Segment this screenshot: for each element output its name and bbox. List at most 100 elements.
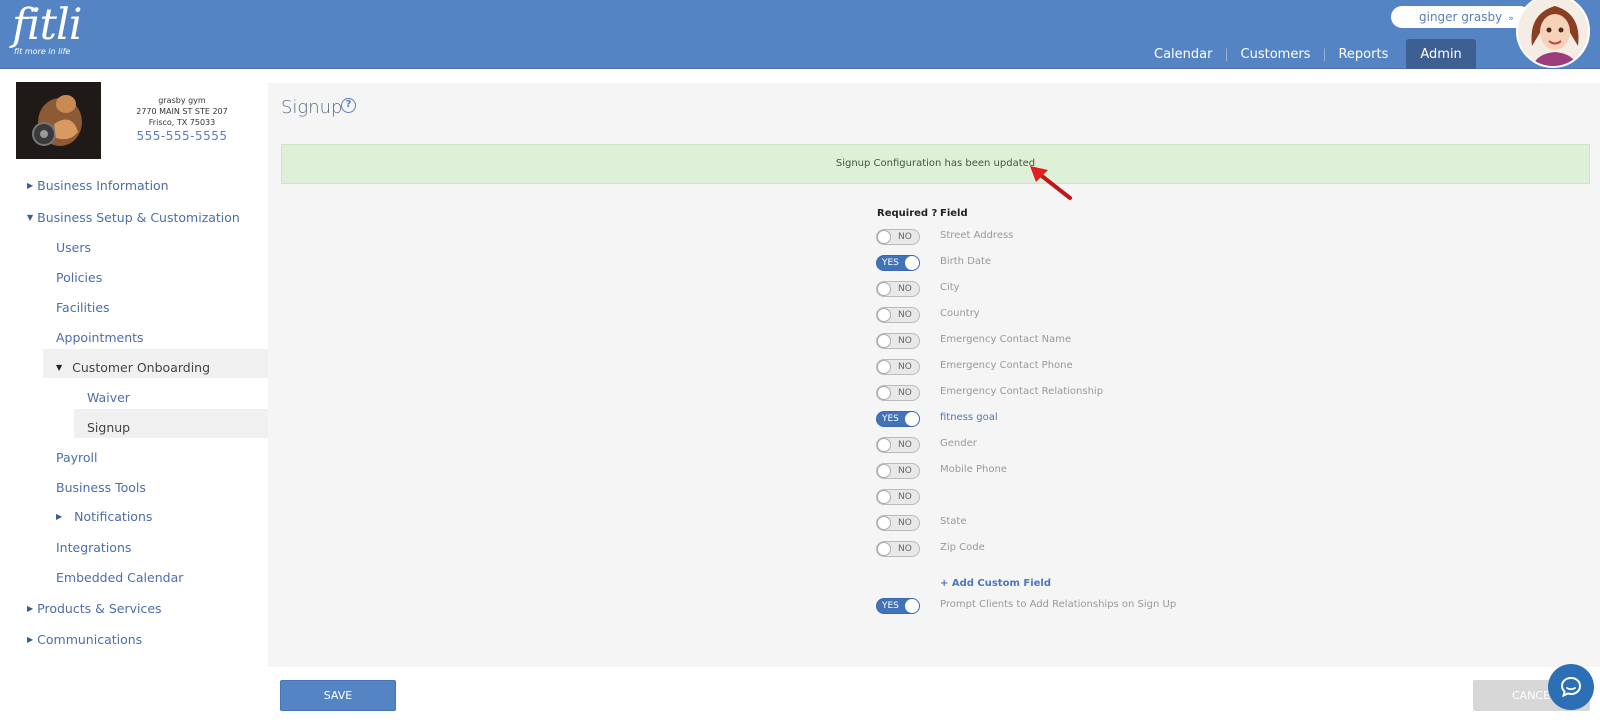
required-toggle[interactable]: NO <box>876 333 920 349</box>
nav-customers[interactable]: Customers <box>1229 39 1323 69</box>
business-name: grasby gym <box>158 96 206 105</box>
sidebar-item-customer-onboarding[interactable]: ▼ Customer Onboarding <box>56 360 210 377</box>
toggle-knob <box>877 464 891 478</box>
toggle-knob <box>877 438 891 452</box>
field-name: Mobile Phone <box>940 464 1007 475</box>
toggle-state: NO <box>898 310 912 320</box>
caret-down-icon: ▼ <box>27 212 34 222</box>
chat-bubble-icon[interactable] <box>1548 664 1594 710</box>
sidebar-item-appointments[interactable]: Appointments <box>56 330 144 346</box>
chevron-down-icon: » <box>1508 14 1514 24</box>
caret-right-icon: ▶ <box>27 603 34 613</box>
field-name: Birth Date <box>940 256 992 267</box>
sidebar-item-users[interactable]: Users <box>56 240 91 256</box>
toggle-knob <box>877 490 891 504</box>
toggle-knob <box>877 386 891 400</box>
nav-admin[interactable]: Admin <box>1406 39 1476 69</box>
fitli-logo[interactable]: fitli fit more in life <box>12 2 82 56</box>
business-address-line2: Frisco, TX 75033 <box>148 118 216 127</box>
field-name: Emergency Contact Name <box>940 334 1072 345</box>
toggle-knob <box>905 256 919 270</box>
avatar[interactable] <box>1516 0 1590 68</box>
field-name: Zip Code <box>940 542 985 553</box>
caret-right-icon: ▶ <box>27 180 34 190</box>
field-name: State <box>940 516 967 527</box>
field-name: Emergency Contact Phone <box>940 360 1073 371</box>
sidebar-item-business-tools[interactable]: Business Tools <box>56 480 146 496</box>
sidebar-item-communications[interactable]: ▶ Communications <box>27 632 142 649</box>
toggle-knob <box>877 542 891 556</box>
business-address-line1: 2770 MAIN ST STE 207 <box>136 107 228 116</box>
toggle-knob <box>877 308 891 322</box>
user-menu[interactable]: ginger grasby » <box>1391 6 1531 28</box>
sidebar-item-business-setup[interactable]: ▼ Business Setup & Customization <box>27 210 240 227</box>
custom-field-link[interactable]: fitness goal <box>940 412 998 423</box>
sidebar-item-label: Notifications <box>74 509 153 524</box>
business-logo <box>16 82 101 159</box>
save-button[interactable]: SAVE <box>280 680 396 711</box>
required-toggle[interactable]: YES <box>876 411 920 427</box>
required-toggle[interactable]: NO <box>876 541 920 557</box>
chat-bubble-glyph <box>1560 676 1582 698</box>
toggle-knob <box>877 230 891 244</box>
toggle-state: NO <box>898 362 912 372</box>
required-toggle[interactable]: NO <box>876 281 920 297</box>
caret-right-icon: ▶ <box>27 634 34 644</box>
sidebar-item-label: Products & Services <box>37 601 162 616</box>
toggle-state: NO <box>898 466 912 476</box>
required-toggle[interactable]: NO <box>876 307 920 323</box>
toggle-knob <box>877 360 891 374</box>
red-arrow-icon <box>1030 166 1072 200</box>
relationships-toggle[interactable]: YES <box>876 598 920 614</box>
nav-calendar[interactable]: Calendar <box>1142 39 1224 69</box>
toggle-state: NO <box>898 284 912 294</box>
sidebar-item-signup[interactable]: Signup <box>87 420 130 436</box>
required-toggle[interactable]: YES <box>876 255 920 271</box>
required-toggle[interactable]: NO <box>876 463 920 479</box>
toggle-state: NO <box>898 232 912 242</box>
business-info: grasby gym 2770 MAIN ST STE 207 Frisco, … <box>114 95 250 144</box>
field-name: City <box>940 282 960 293</box>
sidebar-item-business-information[interactable]: ▶ Business Information <box>27 178 169 195</box>
avatar-image <box>1518 0 1588 66</box>
toggle-state: NO <box>898 544 912 554</box>
page-title: Signup <box>281 97 343 118</box>
toggle-state: YES <box>882 414 899 424</box>
required-toggle[interactable]: NO <box>876 437 920 453</box>
nav-reports[interactable]: Reports <box>1326 39 1400 69</box>
sidebar-item-label: Customer Onboarding <box>72 360 211 375</box>
required-toggle[interactable]: NO <box>876 359 920 375</box>
sidebar-item-label: Business Setup & Customization <box>37 210 240 225</box>
toggle-state: NO <box>898 518 912 528</box>
success-alert: Signup Configuration has been updated <box>281 144 1590 184</box>
sidebar-item-policies[interactable]: Policies <box>56 270 102 286</box>
required-toggle[interactable]: NO <box>876 385 920 401</box>
sidebar: grasby gym 2770 MAIN ST STE 207 Frisco, … <box>0 69 268 722</box>
toggle-knob <box>905 599 919 613</box>
sidebar-item-products-services[interactable]: ▶ Products & Services <box>27 601 162 618</box>
sidebar-item-label: Business Information <box>37 178 169 193</box>
toggle-state: NO <box>898 492 912 502</box>
required-toggle[interactable]: NO <box>876 489 920 505</box>
caret-right-icon: ▶ <box>56 511 63 521</box>
sidebar-item-payroll[interactable]: Payroll <box>56 450 98 466</box>
gym-mascot-icon <box>16 82 101 159</box>
sidebar-item-embedded-calendar[interactable]: Embedded Calendar <box>56 570 183 586</box>
field-name: Country <box>940 308 980 319</box>
required-toggle[interactable]: NO <box>876 229 920 245</box>
sidebar-item-notifications[interactable]: ▶ Notifications <box>56 509 152 526</box>
field-name: Street Address <box>940 230 1014 241</box>
logo-tagline: fit more in life <box>14 47 71 56</box>
add-custom-field-link[interactable]: + Add Custom Field <box>940 578 1051 589</box>
required-toggle[interactable]: NO <box>876 515 920 531</box>
toggle-knob <box>905 412 919 426</box>
sidebar-item-integrations[interactable]: Integrations <box>56 540 131 556</box>
toggle-knob <box>877 516 891 530</box>
sidebar-item-waiver[interactable]: Waiver <box>87 390 130 406</box>
business-phone: 555-555-5555 <box>136 129 228 143</box>
sidebar-item-facilities[interactable]: Facilities <box>56 300 110 316</box>
toggle-knob <box>877 334 891 348</box>
main-nav: Calendar | Customers | Reports Admin <box>1142 39 1476 69</box>
caret-down-icon: ▼ <box>56 362 63 372</box>
help-circle-icon[interactable]: ? <box>341 98 356 113</box>
